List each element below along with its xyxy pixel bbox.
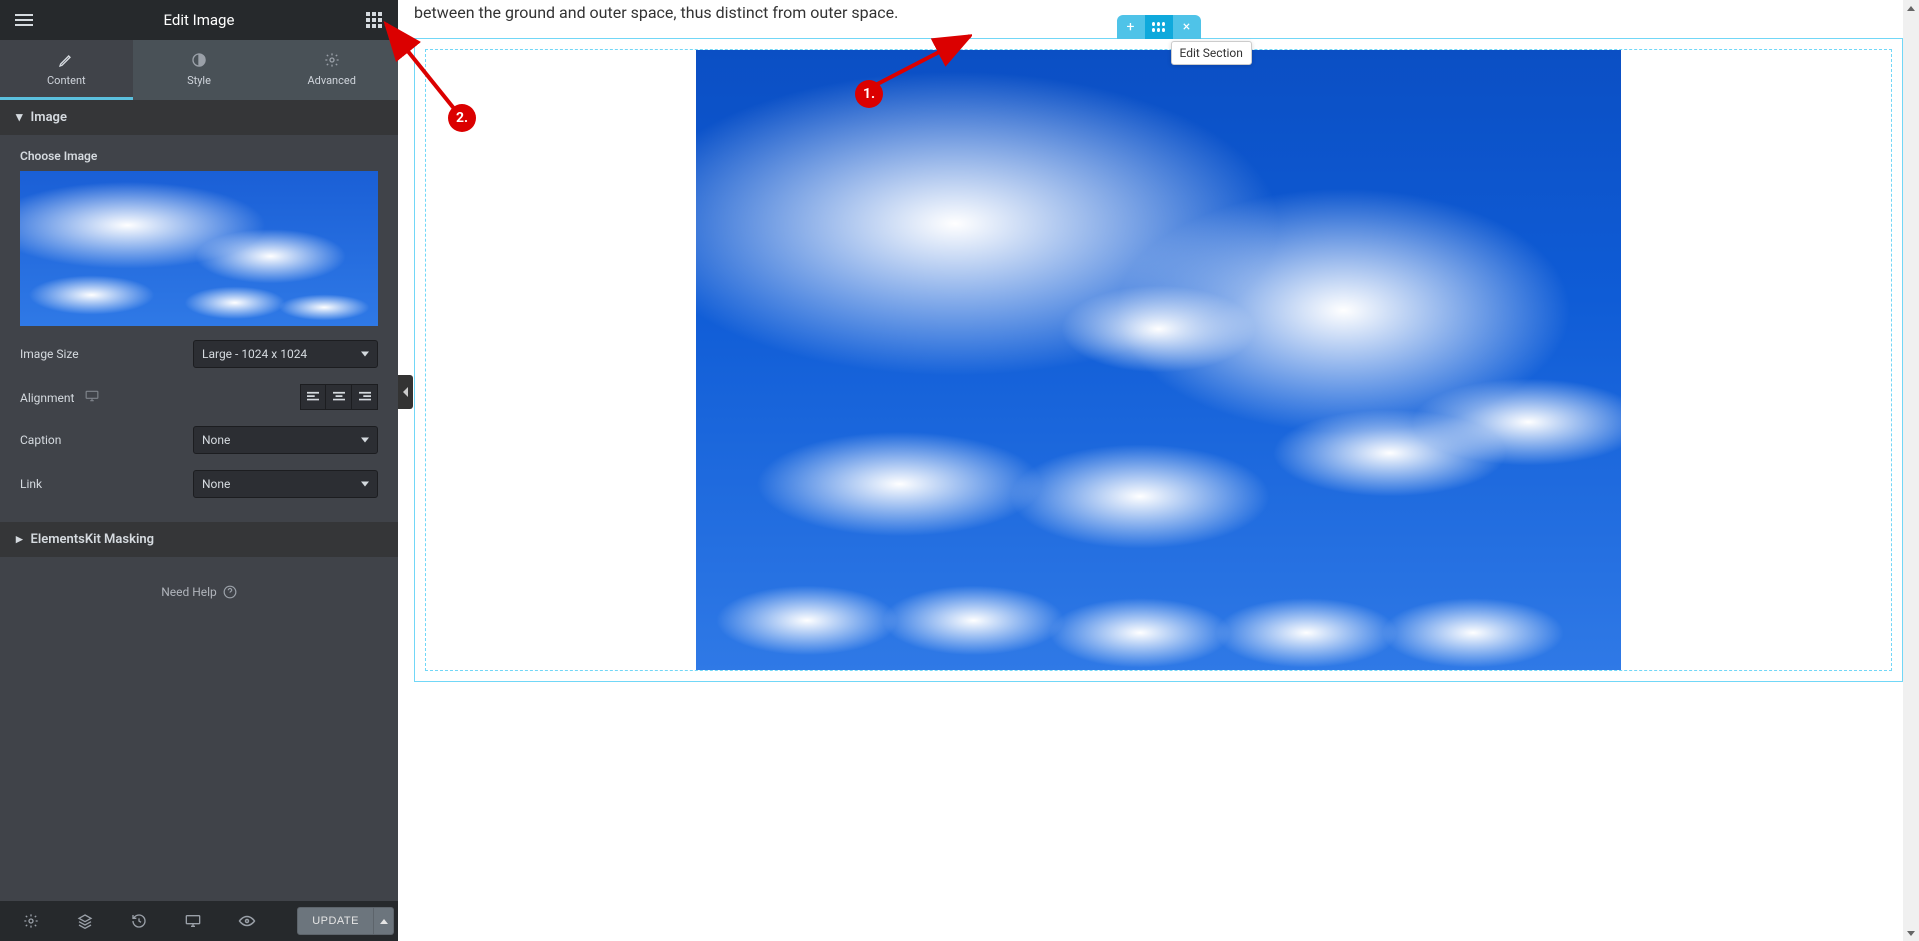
tab-style[interactable]: Style <box>133 40 266 100</box>
plus-icon: + <box>1127 19 1135 35</box>
editor-panel: Edit Image Content Style Advanced ▾ Imag… <box>0 0 398 941</box>
tab-content[interactable]: Content <box>0 40 133 100</box>
sky-image[interactable] <box>696 50 1621 670</box>
contrast-icon <box>191 52 207 68</box>
tab-advanced[interactable]: Advanced <box>265 40 398 100</box>
caption-label: Caption <box>20 433 61 447</box>
caption-select[interactable]: None <box>193 426 378 454</box>
align-right-button[interactable] <box>352 384 378 410</box>
section-masking-title: ElementsKit Masking <box>31 532 154 547</box>
help-circle-icon <box>223 585 237 599</box>
section-image-body: Choose Image Image Size Large - 1024 x 1… <box>0 135 398 522</box>
panel-title: Edit Image <box>44 11 354 29</box>
desktop-icon <box>85 390 99 402</box>
update-options-button[interactable] <box>374 907 394 935</box>
responsive-button[interactable] <box>166 901 220 941</box>
align-center-icon <box>332 391 346 403</box>
link-select[interactable]: None <box>193 470 378 498</box>
alignment-label: Alignment <box>20 390 99 405</box>
pencil-icon <box>58 52 74 68</box>
add-section-button[interactable]: + <box>1117 15 1145 39</box>
chevron-up-icon <box>1907 6 1915 11</box>
gear-icon <box>23 913 39 929</box>
history-icon <box>131 913 147 929</box>
menu-button[interactable] <box>4 0 44 40</box>
canvas-area: between the ground and outer space, thus… <box>398 0 1919 941</box>
preview-button[interactable] <box>220 901 274 941</box>
image-size-label: Image Size <box>20 347 79 361</box>
caret-down-icon <box>361 438 369 443</box>
layers-icon <box>77 913 93 929</box>
apps-grid-icon <box>366 12 382 28</box>
history-button[interactable] <box>112 901 166 941</box>
align-left-button[interactable] <box>300 384 326 410</box>
tab-content-label: Content <box>47 74 86 87</box>
align-center-button[interactable] <box>326 384 352 410</box>
section-image-header[interactable]: ▾ Image <box>0 100 398 135</box>
eye-icon <box>238 915 256 927</box>
image-thumbnail[interactable] <box>20 171 378 326</box>
settings-button[interactable] <box>4 901 58 941</box>
hamburger-icon <box>15 14 33 26</box>
caret-up-icon <box>380 919 388 924</box>
caret-right-icon: ▸ <box>16 532 23 547</box>
alignment-group <box>300 384 378 410</box>
update-button[interactable]: UPDATE <box>297 907 374 935</box>
widgets-grid-button[interactable] <box>354 0 394 40</box>
panel-header: Edit Image <box>0 0 398 40</box>
vertical-scrollbar[interactable] <box>1903 0 1919 941</box>
annotation-badge-2: 2. <box>448 104 476 132</box>
caret-down-icon <box>361 352 369 357</box>
responsive-icon <box>185 913 201 929</box>
need-help-label: Need Help <box>161 585 217 599</box>
panel-body: ▾ Image Choose Image Image Size Large - … <box>0 100 398 901</box>
drag-dots-icon <box>1152 22 1166 32</box>
chevron-down-icon <box>1907 931 1915 936</box>
section-image-title: Image <box>31 110 67 125</box>
gear-icon <box>324 52 340 68</box>
section-masking-header[interactable]: ▸ ElementsKit Masking <box>0 522 398 557</box>
link-value: None <box>202 477 230 491</box>
tab-advanced-label: Advanced <box>307 74 355 87</box>
section-frame[interactable]: + × Edit Section <box>414 38 1903 682</box>
section-controls: + × <box>1117 15 1201 39</box>
need-help[interactable]: Need Help <box>0 557 398 627</box>
caret-down-icon <box>361 482 369 487</box>
close-icon: × <box>1183 19 1190 35</box>
align-right-icon <box>358 391 372 403</box>
tab-style-label: Style <box>187 74 211 87</box>
caption-value: None <box>202 433 230 447</box>
align-left-icon <box>306 391 320 403</box>
column-frame[interactable] <box>425 49 1892 671</box>
link-label: Link <box>20 477 42 491</box>
delete-section-button[interactable]: × <box>1173 15 1201 39</box>
image-size-value: Large - 1024 x 1024 <box>202 347 307 361</box>
choose-image-label: Choose Image <box>20 149 378 163</box>
panel-footer: UPDATE <box>0 901 398 941</box>
annotation-badge-1: 1. <box>855 80 883 108</box>
image-size-select[interactable]: Large - 1024 x 1024 <box>193 340 378 368</box>
edit-section-tooltip: Edit Section <box>1171 41 1252 65</box>
navigator-button[interactable] <box>58 901 112 941</box>
scroll-up-button[interactable] <box>1903 0 1919 16</box>
edit-section-button[interactable] <box>1145 15 1173 39</box>
caret-down-icon: ▾ <box>16 110 23 125</box>
panel-tabs: Content Style Advanced <box>0 40 398 100</box>
scroll-down-button[interactable] <box>1903 925 1919 941</box>
